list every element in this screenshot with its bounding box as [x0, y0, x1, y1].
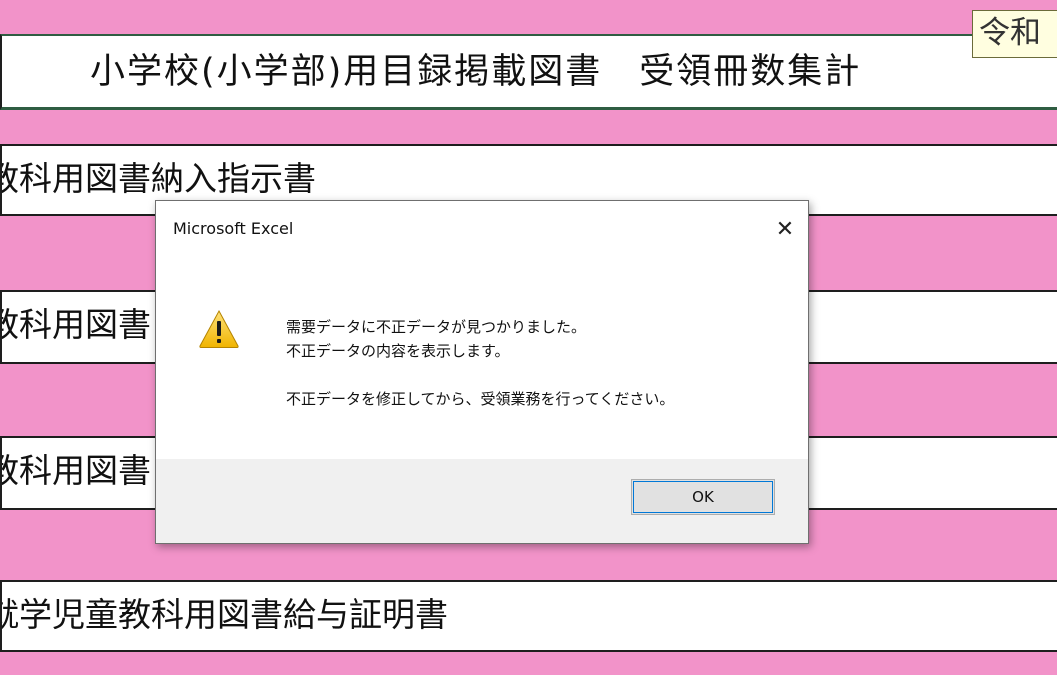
sheet-row-label: 就学児童教科用図書給与証明書	[0, 595, 448, 634]
dialog-title: Microsoft Excel	[173, 219, 294, 238]
dialog-footer: OK	[156, 459, 808, 543]
sheet-row-label: 教科用図書	[0, 305, 151, 344]
ok-button-label: OK	[633, 481, 773, 513]
sheet-title-cell[interactable]: 小学校(小学部)用目録掲載図書 受領冊数集計	[0, 34, 1057, 110]
sheet-row-label: 教科用図書	[0, 451, 151, 490]
message-line: 不正データを修正してから、受領業務を行ってください。	[286, 390, 675, 408]
era-cell[interactable]: 令和	[972, 10, 1057, 58]
era-text: 令和	[979, 15, 1041, 51]
dialog-message: 需要データに不正データが見つかりました。 不正データの内容を表示します。 不正デ…	[286, 315, 674, 411]
excel-alert-dialog: Microsoft Excel ✕ 需要データに不正データが見つかりました。 不…	[155, 200, 809, 544]
pink-band-top	[0, 0, 1057, 34]
message-line: 不正データの内容を表示します。	[286, 342, 510, 360]
sheet-title: 小学校(小学部)用目録掲載図書 受領冊数集計	[90, 52, 862, 92]
message-line: 需要データに不正データが見つかりました。	[286, 318, 587, 336]
warning-icon	[199, 309, 239, 348]
ok-button[interactable]: OK	[631, 479, 775, 515]
sheet-row-label: 教科用図書納入指示書	[0, 159, 316, 198]
sheet-row-4[interactable]: 就学児童教科用図書給与証明書	[0, 580, 1057, 652]
close-icon[interactable]: ✕	[762, 201, 808, 259]
